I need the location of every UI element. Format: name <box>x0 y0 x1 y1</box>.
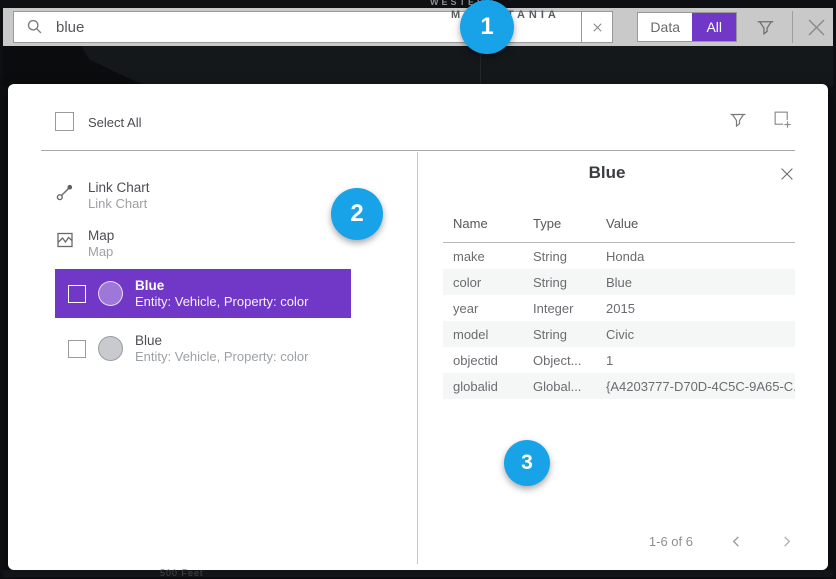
item-title: Map <box>88 228 114 244</box>
cell-name: objectid <box>453 353 533 368</box>
cell-name: globalid <box>453 379 533 394</box>
pagination: 1-6 of 6 <box>445 534 797 549</box>
link-chart-icon <box>55 182 75 202</box>
close-icon[interactable] <box>804 15 829 40</box>
list-item-text: Map Map <box>88 228 114 260</box>
row-checkbox[interactable] <box>68 285 86 303</box>
search-icon <box>26 18 44 36</box>
entity-color-swatch <box>98 336 123 361</box>
callout-badge-1: 1 <box>460 0 514 54</box>
search-results-panel: Select All Link Ch <box>8 84 828 570</box>
row-checkbox[interactable] <box>68 340 86 358</box>
cell-type: Integer <box>533 301 606 316</box>
item-title: Link Chart <box>88 180 150 196</box>
cell-value: {A4203777-D70D-4C5C-9A65-C... <box>606 379 795 394</box>
list-details-divider <box>417 152 418 564</box>
panel-header-divider <box>41 150 795 151</box>
list-item-link-chart[interactable]: Link Chart Link Chart <box>55 180 150 212</box>
list-item-blue-unselected[interactable]: Blue Entity: Vehicle, Property: color <box>55 324 351 373</box>
map-icon <box>55 230 75 250</box>
cell-value: 1 <box>606 353 795 368</box>
entity-color-swatch <box>98 281 123 306</box>
map-scale-label: 500 Feet <box>160 568 204 578</box>
select-all-checkbox[interactable] <box>55 112 74 131</box>
cell-name: make <box>453 249 533 264</box>
search-toolbar: Data All <box>3 8 833 46</box>
cell-type: String <box>533 327 606 342</box>
map-landmass <box>3 46 153 86</box>
table-body: make String Honda color String Blue year… <box>443 243 795 399</box>
add-selection-icon[interactable] <box>772 109 793 130</box>
cell-value: Civic <box>606 327 795 342</box>
cell-value: Honda <box>606 249 795 264</box>
column-header-name: Name <box>453 216 533 231</box>
item-title: Blue <box>135 333 308 349</box>
callout-badge-2: 2 <box>331 188 383 240</box>
cell-name: year <box>453 301 533 316</box>
pagination-label: 1-6 of 6 <box>649 534 693 549</box>
filter-icon[interactable] <box>755 17 776 38</box>
list-item-text: Blue Entity: Vehicle, Property: color <box>135 278 308 310</box>
scope-option-data[interactable]: Data <box>638 13 692 41</box>
list-item-map[interactable]: Map Map <box>55 228 114 260</box>
cell-value: 2015 <box>606 301 795 316</box>
scope-option-all[interactable]: All <box>692 13 736 41</box>
callout-badge-3: 3 <box>504 440 550 486</box>
cell-value: Blue <box>606 275 795 290</box>
list-item-text: Blue Entity: Vehicle, Property: color <box>135 333 308 365</box>
column-header-value: Value <box>606 216 795 231</box>
details-close-icon[interactable] <box>778 165 796 183</box>
cell-name: model <box>453 327 533 342</box>
map-background-bottom <box>3 570 833 577</box>
table-row: model String Civic <box>443 321 795 347</box>
map-background <box>3 46 833 86</box>
search-clear-button[interactable] <box>581 12 612 42</box>
cell-name: color <box>453 275 533 290</box>
select-all-label: Select All <box>88 115 141 130</box>
table-row: year Integer 2015 <box>443 295 795 321</box>
item-subtitle: Entity: Vehicle, Property: color <box>135 349 308 365</box>
cell-type: String <box>533 249 606 264</box>
item-subtitle: Link Chart <box>88 196 150 212</box>
details-title: Blue <box>417 163 797 183</box>
app-screen: WESTERN Data All <box>0 0 836 579</box>
attribute-table: Name Type Value make String Honda color … <box>443 210 795 399</box>
chevron-right-icon[interactable] <box>780 535 793 548</box>
cell-type: Global... <box>533 379 606 394</box>
column-header-type: Type <box>533 216 606 231</box>
table-header: Name Type Value <box>443 210 795 243</box>
list-item-blue-selected[interactable]: Blue Entity: Vehicle, Property: color <box>55 269 351 318</box>
item-subtitle: Map <box>88 244 114 260</box>
table-row: objectid Object... 1 <box>443 347 795 373</box>
table-row: make String Honda <box>443 243 795 269</box>
table-row: globalid Global... {A4203777-D70D-4C5C-9… <box>443 373 795 399</box>
toolbar-divider <box>792 11 793 43</box>
cell-type: String <box>533 275 606 290</box>
scope-toggle: Data All <box>637 12 737 42</box>
item-title: Blue <box>135 278 308 294</box>
filter-icon[interactable] <box>728 110 748 130</box>
table-row: color String Blue <box>443 269 795 295</box>
cell-type: Object... <box>533 353 606 368</box>
chevron-left-icon[interactable] <box>730 535 743 548</box>
list-item-text: Link Chart Link Chart <box>88 180 150 212</box>
item-subtitle: Entity: Vehicle, Property: color <box>135 294 308 310</box>
